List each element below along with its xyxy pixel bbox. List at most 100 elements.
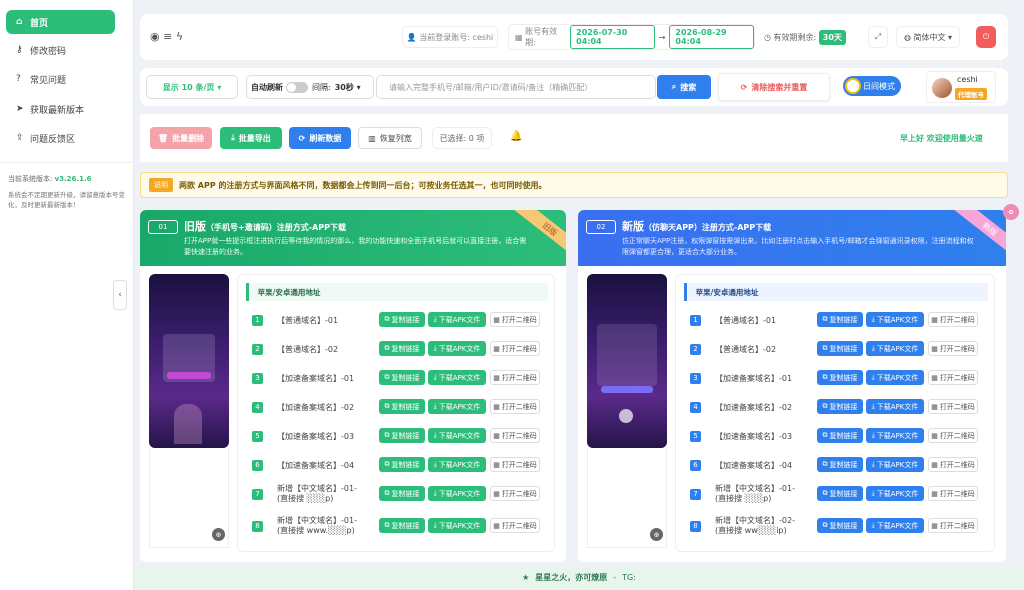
qrcode-icon: ▦: [931, 460, 938, 469]
open-qrcode-button[interactable]: ▦ 打开二维码: [928, 486, 978, 501]
batch-export-button[interactable]: ⤓ 批量导出: [220, 127, 282, 149]
user-card[interactable]: ceshi 代理账号: [926, 71, 996, 103]
download-apk-button[interactable]: ⤓ 下载APK文件: [866, 486, 924, 501]
download-apk-button[interactable]: ⤓ 下载APK文件: [428, 312, 486, 327]
row-name: 【普通域名】-02: [277, 344, 339, 354]
refresh-icon: ⟳: [740, 82, 748, 92]
sidebar-item-change-password[interactable]: ⚷ 修改密码: [6, 38, 115, 62]
power-icon: ⏻: [982, 32, 990, 41]
open-qrcode-button[interactable]: ▦ 打开二维码: [928, 370, 978, 385]
fullscreen-button[interactable]: ⤢: [868, 26, 888, 48]
section-header: 苹果/安卓通用地址: [246, 283, 548, 301]
day-mode-toggle[interactable]: 日间模式: [843, 76, 901, 96]
open-qrcode-button[interactable]: ▦ 打开二维码: [928, 341, 978, 356]
copy-link-button[interactable]: ⧉ 复制链接: [379, 428, 425, 443]
qrcode-icon: ▦: [493, 344, 500, 353]
copy-link-button[interactable]: ⧉ 复制链接: [817, 312, 863, 327]
open-qrcode-button[interactable]: ▦ 打开二维码: [490, 399, 540, 414]
collapse-sidebar-button[interactable]: ‹: [113, 280, 127, 310]
download-apk-button[interactable]: ⤓ 下载APK文件: [866, 399, 924, 414]
copy-link-button[interactable]: ⧉ 复制链接: [817, 457, 863, 472]
open-qrcode-button[interactable]: ▦ 打开二维码: [490, 457, 540, 472]
download-apk-button[interactable]: ⤓ 下载APK文件: [428, 399, 486, 414]
interval-select[interactable]: 30秒 ▾: [335, 82, 361, 93]
sidebar-item-latest-version[interactable]: ➤ 获取最新版本: [6, 97, 115, 121]
download-apk-button[interactable]: ⤓ 下载APK文件: [866, 341, 924, 356]
arrow-right-icon: →: [658, 32, 666, 42]
download-apk-button[interactable]: ⤓ 下载APK文件: [866, 457, 924, 472]
copy-icon: ⧉: [384, 344, 390, 352]
sidebar-item-feedback[interactable]: ⇪ 问题反馈区: [6, 126, 115, 150]
copy-link-button[interactable]: ⧉ 复制链接: [379, 370, 425, 385]
logout-button[interactable]: ⏻: [976, 26, 996, 48]
restore-columns-button[interactable]: ▥ 恢复列宽: [358, 127, 422, 149]
search-input[interactable]: 请输入完整手机号/邮箱/用户ID/邀请码/备注（精确匹配）: [376, 75, 656, 99]
sun-icon: [845, 78, 861, 94]
qrcode-icon: ▦: [931, 521, 938, 530]
download-icon: ⤓: [433, 373, 437, 381]
open-qrcode-button[interactable]: ▦ 打开二维码: [928, 399, 978, 414]
copy-link-button[interactable]: ⧉ 复制链接: [379, 341, 425, 356]
download-apk-button[interactable]: ⤓ 下载APK文件: [866, 312, 924, 327]
panel-number: 01: [148, 220, 178, 234]
copy-link-button[interactable]: ⧉ 复制链接: [817, 486, 863, 501]
refresh-icon: ⟳: [298, 133, 306, 143]
copy-link-button[interactable]: ⧉ 复制链接: [817, 428, 863, 443]
app-preview-image: [149, 274, 229, 448]
open-qrcode-button[interactable]: ▦ 打开二维码: [928, 428, 978, 443]
open-qrcode-button[interactable]: ▦ 打开二维码: [490, 312, 540, 327]
refresh-data-button[interactable]: ⟳ 刷新数据: [289, 127, 351, 149]
search-button[interactable]: ⌕ 搜索: [657, 75, 711, 99]
download-apk-button[interactable]: ⤓ 下载APK文件: [866, 428, 924, 443]
row-name: 【加速备案域名】-04: [715, 460, 793, 470]
download-icon: ⤓: [433, 489, 437, 497]
download-apk-button[interactable]: ⤓ 下载APK文件: [428, 370, 486, 385]
row-number: 6: [690, 459, 701, 471]
row-name: 【加速备案域名】-02: [715, 402, 793, 412]
copy-link-button[interactable]: ⧉ 复制链接: [817, 518, 863, 533]
open-qrcode-button[interactable]: ▦ 打开二维码: [490, 518, 540, 533]
zoom-icon[interactable]: ⊕: [650, 528, 663, 541]
copy-link-button[interactable]: ⧉ 复制链接: [817, 370, 863, 385]
row-number: 7: [690, 488, 701, 500]
copy-link-button[interactable]: ⧉ 复制链接: [379, 457, 425, 472]
copy-icon: ⧉: [384, 315, 390, 323]
clear-search-button[interactable]: ⟳ 清除搜索并重置: [718, 73, 830, 101]
download-icon: ⤓: [871, 344, 875, 352]
sidebar-item-faq[interactable]: ? 常见问题: [6, 67, 115, 91]
auto-refresh-toggle[interactable]: [286, 81, 308, 93]
copy-link-button[interactable]: ⧉ 复制链接: [817, 399, 863, 414]
language-select[interactable]: ◍ 简体中文 ▾: [896, 26, 960, 48]
footer: ★ 星星之火，亦可燎原 - TG:: [134, 565, 1024, 590]
page-size-select[interactable]: 显示 10 条/页 ▾: [146, 75, 238, 99]
floating-assistant-icon[interactable]: ✿: [1003, 204, 1019, 220]
open-qrcode-button[interactable]: ▦ 打开二维码: [928, 518, 978, 533]
row-number: 1: [252, 314, 263, 326]
download-apk-button[interactable]: ⤓ 下载APK文件: [428, 428, 486, 443]
open-qrcode-button[interactable]: ▦ 打开二维码: [490, 341, 540, 356]
download-apk-button[interactable]: ⤓ 下载APK文件: [428, 457, 486, 472]
download-apk-button[interactable]: ⤓ 下载APK文件: [428, 518, 486, 533]
open-qrcode-button[interactable]: ▦ 打开二维码: [928, 312, 978, 327]
copy-link-button[interactable]: ⧉ 复制链接: [379, 312, 425, 327]
copy-link-button[interactable]: ⧉ 复制链接: [379, 486, 425, 501]
download-apk-button[interactable]: ⤓ 下载APK文件: [866, 518, 924, 533]
selected-count: 已选择: 0 项: [432, 127, 492, 149]
copy-link-button[interactable]: ⧉ 复制链接: [379, 399, 425, 414]
open-qrcode-button[interactable]: ▦ 打开二维码: [490, 486, 540, 501]
copy-icon: ⧉: [822, 460, 828, 468]
download-apk-button[interactable]: ⤓ 下载APK文件: [428, 486, 486, 501]
copy-link-button[interactable]: ⧉ 复制链接: [817, 341, 863, 356]
download-apk-button[interactable]: ⤓ 下载APK文件: [866, 370, 924, 385]
qrcode-icon: ▦: [493, 431, 500, 440]
open-qrcode-button[interactable]: ▦ 打开二维码: [928, 457, 978, 472]
download-apk-button[interactable]: ⤓ 下载APK文件: [428, 341, 486, 356]
copy-link-button[interactable]: ⧉ 复制链接: [379, 518, 425, 533]
bell-icon[interactable]: 🔔: [510, 131, 522, 142]
open-qrcode-button[interactable]: ▦ 打开二维码: [490, 428, 540, 443]
sidebar-item-home[interactable]: ⌂ 首页: [6, 10, 115, 34]
row-name: 【加速备案域名】-04: [277, 460, 355, 470]
batch-delete-button[interactable]: 🗑 批量删除: [150, 127, 212, 149]
open-qrcode-button[interactable]: ▦ 打开二维码: [490, 370, 540, 385]
zoom-icon[interactable]: ⊕: [212, 528, 225, 541]
